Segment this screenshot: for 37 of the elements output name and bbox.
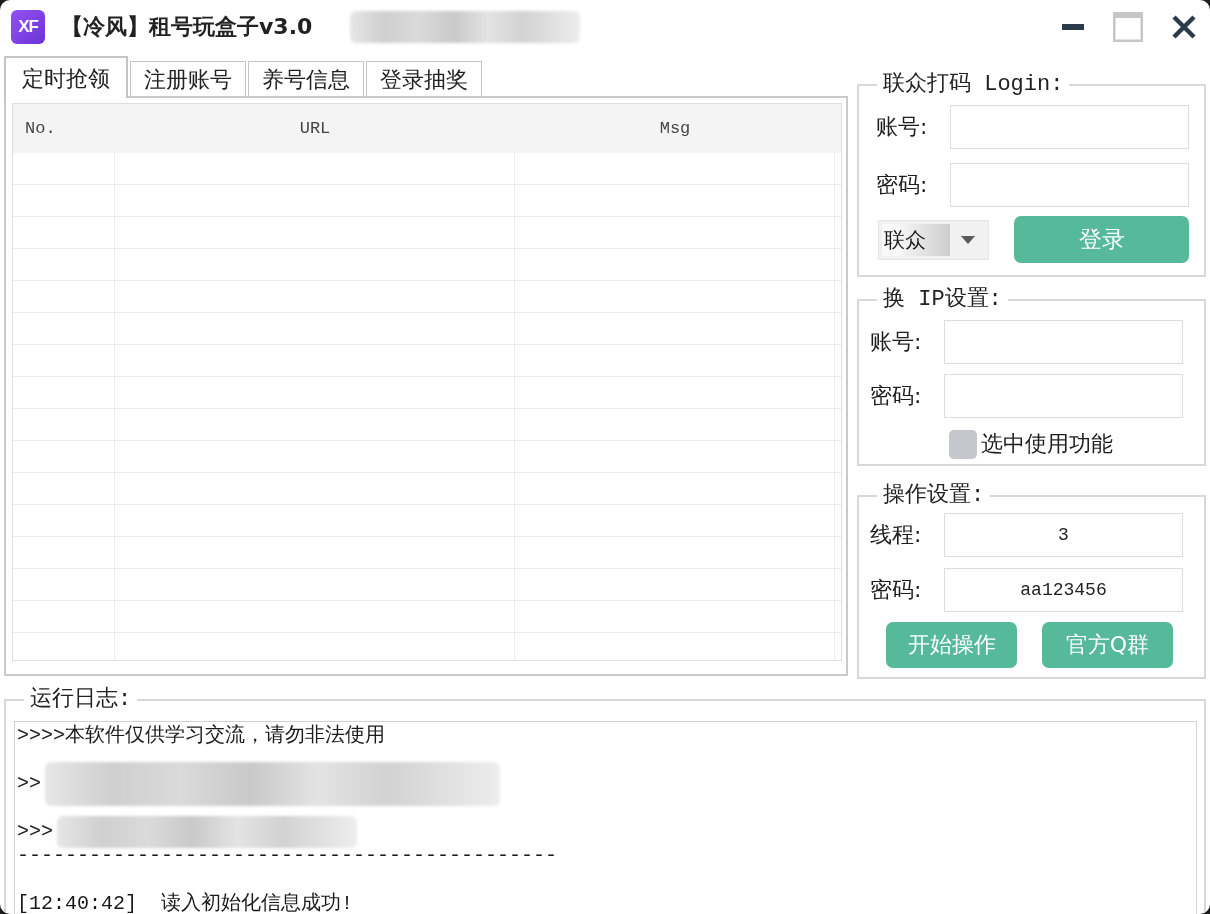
group-title: 操作设置:	[882, 483, 986, 509]
field-label: 密码:	[870, 382, 922, 410]
checkbox-label[interactable]: 选中使用功能	[981, 429, 1113, 459]
column-header: URL	[299, 119, 331, 138]
input-field[interactable]	[944, 374, 1183, 418]
tab[interactable]: 登录抽奖	[366, 61, 482, 96]
field-label: 密码:	[876, 171, 928, 199]
group-title: 换 IP设置:	[882, 287, 1003, 313]
log-line: >>>>本软件仅供学习交流，请勿非法使用	[17, 724, 385, 748]
minimize-icon[interactable]	[1062, 24, 1084, 30]
app-logo: XF	[11, 10, 45, 44]
tab[interactable]: 养号信息	[248, 61, 364, 96]
log-separator: ---------------------------------------------	[17, 844, 558, 868]
log-line: >>>	[17, 820, 53, 844]
log-line: >>	[17, 772, 41, 796]
tab[interactable]: 定时抢领	[4, 56, 128, 98]
tab[interactable]: 注册账号	[130, 61, 246, 96]
field-label: 密码:	[870, 576, 922, 604]
field-label: 线程:	[870, 521, 922, 549]
field-label: 账号:	[876, 113, 928, 141]
input-field[interactable]: aa123456	[944, 568, 1183, 612]
input-field[interactable]	[950, 163, 1189, 207]
input-field[interactable]	[944, 320, 1183, 364]
checkbox[interactable]	[949, 429, 977, 459]
window-title: 【冷风】租号玩盒子v3.0	[61, 13, 313, 41]
caret-icon	[960, 235, 975, 244]
maximize-icon[interactable]	[1113, 12, 1143, 42]
group-title: 联众打码 Login:	[882, 72, 1065, 98]
column-header: Msg	[659, 119, 691, 138]
column-header: No.	[25, 119, 56, 138]
input-field[interactable]	[950, 105, 1189, 149]
log-line: [12:40:42] 读入初始化信息成功!	[17, 892, 354, 914]
platform-select[interactable]: 联众	[878, 219, 989, 260]
close-icon[interactable]	[1172, 15, 1196, 39]
field-label: 账号:	[870, 328, 922, 356]
group-title: 运行日志:	[29, 687, 133, 713]
input-field[interactable]: 3	[944, 513, 1183, 557]
